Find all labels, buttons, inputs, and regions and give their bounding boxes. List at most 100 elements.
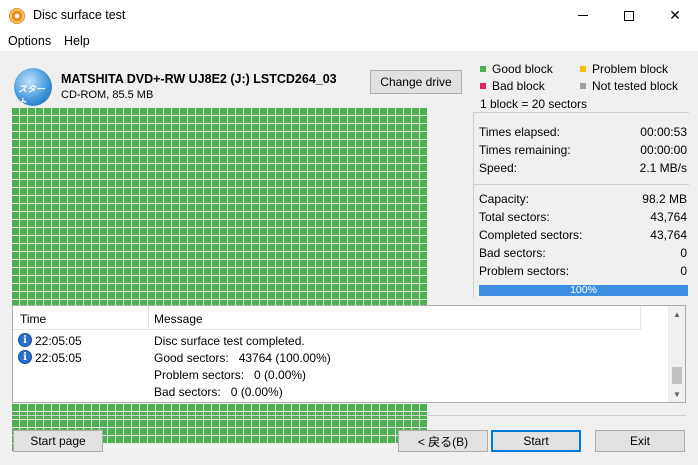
good-block	[140, 420, 147, 427]
good-block	[84, 276, 91, 283]
good-block	[388, 436, 395, 443]
good-block	[420, 292, 427, 299]
good-block	[124, 140, 131, 147]
good-block	[292, 260, 299, 267]
good-block	[60, 156, 67, 163]
good-block	[300, 196, 307, 203]
good-block	[276, 156, 283, 163]
good-block	[196, 420, 203, 427]
good-block	[116, 140, 123, 147]
good-block	[52, 268, 59, 275]
scroll-up-icon[interactable]: ▲	[669, 306, 685, 322]
good-block	[212, 172, 219, 179]
disc-app-icon	[9, 8, 25, 24]
good-block	[268, 164, 275, 171]
menu-help[interactable]: Help	[64, 34, 90, 48]
good-block	[244, 244, 251, 251]
good-block	[348, 108, 355, 115]
good-block	[276, 124, 283, 131]
good-block	[396, 212, 403, 219]
good-block	[316, 292, 323, 299]
exit-button[interactable]: Exit	[595, 430, 685, 452]
good-block	[364, 180, 371, 187]
change-drive-button[interactable]: Change drive	[370, 70, 462, 94]
back-button[interactable]: < 戻る(B)	[398, 430, 488, 452]
good-block	[140, 284, 147, 291]
good-block	[36, 108, 43, 115]
good-block	[148, 236, 155, 243]
start-page-button[interactable]: Start page	[13, 430, 103, 452]
good-block	[252, 148, 259, 155]
good-block	[364, 172, 371, 179]
good-block	[132, 420, 139, 427]
good-block	[236, 292, 243, 299]
good-block	[412, 236, 419, 243]
good-block	[364, 420, 371, 427]
vertical-divider	[473, 112, 474, 298]
good-block	[92, 252, 99, 259]
good-block	[308, 284, 315, 291]
good-block	[212, 188, 219, 195]
good-block	[76, 220, 83, 227]
good-block	[52, 276, 59, 283]
good-block	[412, 244, 419, 251]
good-block	[164, 108, 171, 115]
info-icon: i	[18, 350, 32, 364]
good-block	[52, 244, 59, 251]
good-block	[324, 124, 331, 131]
minimize-button[interactable]	[560, 0, 606, 31]
good-block	[228, 220, 235, 227]
column-separator[interactable]	[640, 306, 641, 330]
good-block	[36, 140, 43, 147]
good-block	[244, 404, 251, 411]
good-block	[260, 180, 267, 187]
legend-good-label: Good block	[492, 62, 553, 76]
good-block	[284, 268, 291, 275]
good-block	[124, 108, 131, 115]
good-block	[396, 284, 403, 291]
good-block	[196, 276, 203, 283]
good-block	[364, 292, 371, 299]
good-block	[68, 276, 75, 283]
good-block	[252, 116, 259, 123]
log-scrollbar[interactable]: ▲ ▼	[668, 306, 685, 402]
column-separator[interactable]	[148, 306, 149, 330]
good-block	[76, 292, 83, 299]
log-list[interactable]: Time Message i 22:05:05 Disc surface tes…	[12, 305, 686, 403]
good-block	[412, 204, 419, 211]
log-row[interactable]: i 22:05:05 Good sectors: 43764 (100.00%)	[13, 349, 641, 366]
column-header-message[interactable]: Message	[154, 312, 203, 326]
good-block	[180, 428, 187, 435]
good-block	[172, 428, 179, 435]
log-row[interactable]: i 22:05:05 Disc surface test completed.	[13, 332, 641, 349]
good-block	[84, 268, 91, 275]
good-block	[92, 116, 99, 123]
good-block	[164, 244, 171, 251]
good-block	[148, 108, 155, 115]
good-block	[300, 236, 307, 243]
good-block	[316, 180, 323, 187]
good-block	[356, 180, 363, 187]
menu-options[interactable]: Options	[8, 34, 51, 48]
good-block	[284, 116, 291, 123]
good-block	[300, 292, 307, 299]
scroll-thumb[interactable]	[672, 367, 682, 384]
good-block	[92, 172, 99, 179]
close-button[interactable]: ✕	[652, 0, 698, 31]
good-block	[76, 140, 83, 147]
good-block	[76, 404, 83, 411]
maximize-button[interactable]	[606, 0, 652, 31]
good-block	[276, 220, 283, 227]
log-row[interactable]: Problem sectors: 0 (0.00%)	[13, 366, 641, 383]
good-block	[172, 124, 179, 131]
scroll-down-icon[interactable]: ▼	[669, 386, 685, 402]
start-button[interactable]: Start	[491, 430, 581, 452]
good-block	[388, 148, 395, 155]
good-block	[356, 404, 363, 411]
good-block	[172, 132, 179, 139]
good-block	[108, 132, 115, 139]
log-row[interactable]: Bad sectors: 0 (0.00%)	[13, 383, 641, 400]
good-block	[372, 220, 379, 227]
column-header-time[interactable]: Time	[20, 312, 46, 326]
good-block	[12, 204, 19, 211]
